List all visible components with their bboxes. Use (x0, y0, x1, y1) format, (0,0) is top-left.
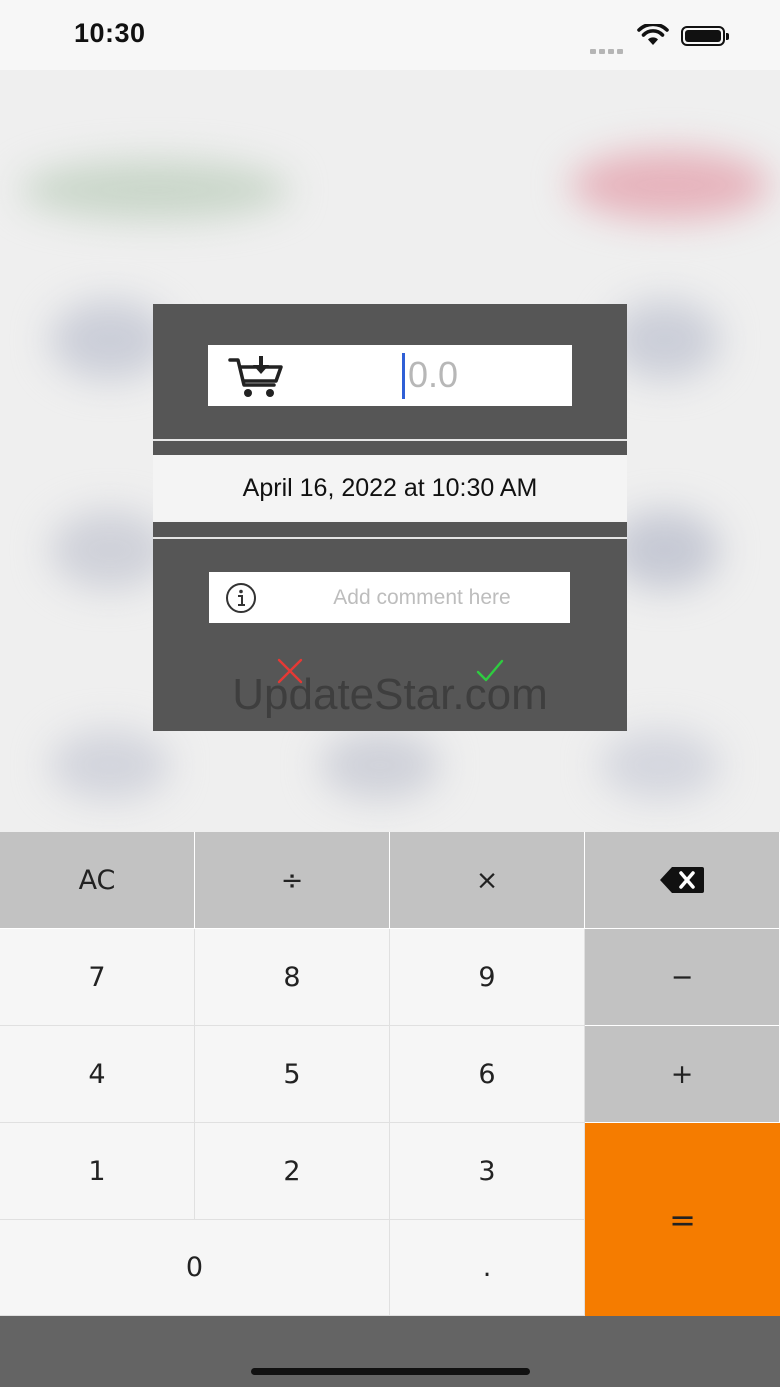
digit-7-button[interactable]: 7 (0, 929, 195, 1026)
text-cursor (402, 353, 405, 399)
bottom-bar (0, 1316, 780, 1387)
confirm-button[interactable] (475, 656, 505, 686)
wifi-icon (637, 24, 669, 45)
signal-icon (590, 39, 626, 58)
add-entry-dialog: April 16, 2022 at 10:30 AM UpdateStar.co… (153, 304, 627, 731)
comment-field[interactable] (209, 572, 570, 623)
watermark: UpdateStar.com (232, 670, 548, 719)
digit-1-button[interactable]: 1 (0, 1123, 195, 1220)
home-indicator[interactable] (251, 1368, 530, 1375)
calculator-keypad: AC ÷ × 7 8 9 − 4 5 6 + 1 2 3 = 0 . (0, 832, 780, 1316)
digit-0-button[interactable]: 0 (0, 1220, 390, 1316)
battery-icon (681, 26, 729, 46)
divide-button[interactable]: ÷ (195, 832, 390, 929)
digit-8-button[interactable]: 8 (195, 929, 390, 1026)
info-icon (226, 583, 256, 613)
digit-6-button[interactable]: 6 (390, 1026, 585, 1123)
amount-field[interactable] (208, 345, 572, 406)
digit-3-button[interactable]: 3 (390, 1123, 585, 1220)
status-bar: 10:30 (0, 0, 780, 70)
minus-button[interactable]: − (585, 929, 780, 1026)
digit-4-button[interactable]: 4 (0, 1026, 195, 1123)
divider (153, 439, 627, 441)
amount-input[interactable] (408, 351, 558, 399)
digit-5-button[interactable]: 5 (195, 1026, 390, 1123)
digit-2-button[interactable]: 2 (195, 1123, 390, 1220)
cart-download-icon (228, 356, 283, 397)
close-icon (277, 658, 303, 684)
date-picker[interactable]: April 16, 2022 at 10:30 AM (153, 455, 627, 522)
clear-button[interactable]: AC (0, 832, 195, 929)
backspace-icon (660, 867, 704, 893)
backspace-button[interactable] (585, 832, 780, 929)
cancel-button[interactable] (275, 656, 305, 686)
status-time: 10:30 (74, 18, 146, 48)
equals-button[interactable]: = (585, 1123, 780, 1316)
divider (153, 537, 627, 539)
multiply-button[interactable]: × (390, 832, 585, 929)
digit-9-button[interactable]: 9 (390, 929, 585, 1026)
checkmark-icon (476, 659, 504, 682)
comment-input[interactable] (279, 580, 565, 616)
decimal-button[interactable]: . (390, 1220, 585, 1316)
plus-button[interactable]: + (585, 1026, 780, 1123)
